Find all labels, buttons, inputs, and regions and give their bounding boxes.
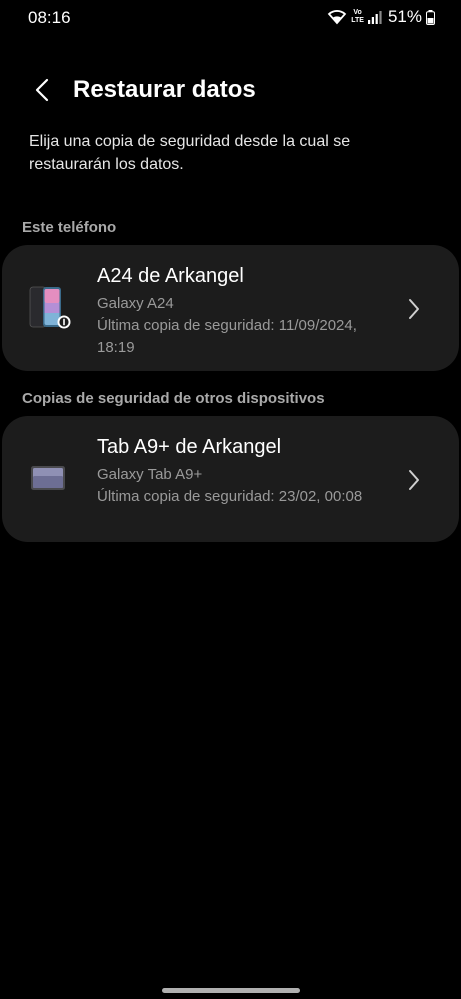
device-model: Galaxy Tab A9+ <box>97 466 203 483</box>
battery-percent: 51% <box>387 7 422 26</box>
volte-icon: Vo LTE <box>351 9 364 24</box>
tablet-icon <box>28 456 72 506</box>
app-header: Restaurar datos <box>0 66 461 118</box>
gesture-handle[interactable] <box>162 988 300 993</box>
chevron-left-icon <box>35 78 49 107</box>
signal-icon <box>367 10 382 24</box>
status-icons: Vo LTE 51% <box>327 6 435 28</box>
back-button[interactable] <box>22 74 62 110</box>
device-info: A24 de Arkangel Galaxy A24 Última copia … <box>97 263 387 359</box>
status-time: 08:16 <box>28 8 71 27</box>
battery-icon <box>426 9 435 25</box>
description-text: Elija una copia de seguridad desde la cu… <box>29 133 351 173</box>
last-backup-text: Última copia de seguridad: 23/02, 00:08 <box>97 488 363 505</box>
page-title: Restaurar datos <box>73 76 256 103</box>
chevron-right-icon <box>407 468 421 492</box>
wifi-icon <box>327 9 347 25</box>
device-model: Galaxy A24 <box>97 295 174 312</box>
device-card-a24[interactable]: A24 de Arkangel Galaxy A24 Última copia … <box>2 245 459 371</box>
chevron-right-icon <box>407 297 421 321</box>
device-name: Tab A9+ de Arkangel <box>97 436 282 458</box>
status-bar: 08:16 Vo LTE 51% <box>0 0 461 36</box>
device-info: Tab A9+ de Arkangel Galaxy Tab A9+ Últim… <box>97 434 387 508</box>
phone-icon <box>28 285 72 335</box>
device-name: A24 de Arkangel <box>97 265 244 287</box>
section-label-other-devices: Copias de seguridad de otros dispositivo… <box>22 390 325 407</box>
device-card-tab-a9[interactable]: Tab A9+ de Arkangel Galaxy Tab A9+ Últim… <box>2 416 459 542</box>
section-label-this-phone: Este teléfono <box>22 219 117 236</box>
last-backup-text: Última copia de seguridad: 11/09/2024, 1… <box>97 317 357 356</box>
